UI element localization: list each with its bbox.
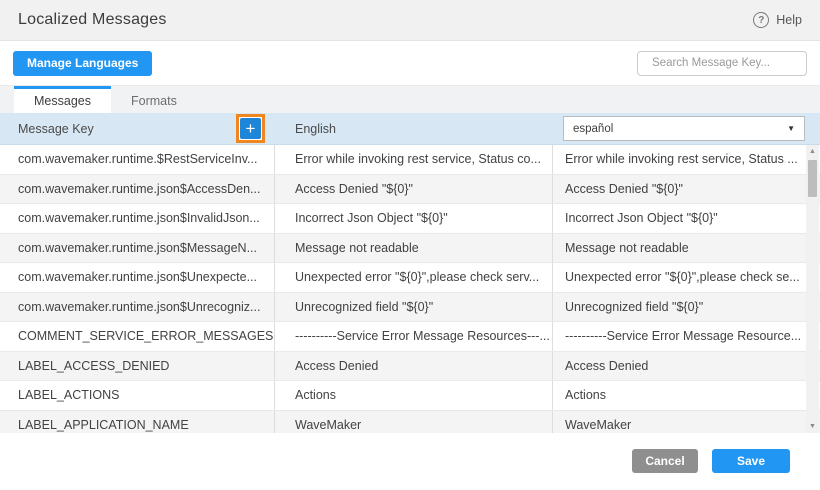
table-row: com.wavemaker.runtime.json$Unrecogniz...…	[0, 293, 820, 323]
translation-cell[interactable]: Access Denied	[553, 352, 820, 381]
translation-cell[interactable]: Actions	[553, 381, 820, 410]
localized-messages-dialog: Localized Messages ? Help Manage Languag…	[0, 0, 820, 490]
english-cell[interactable]: WaveMaker	[275, 411, 553, 434]
scroll-down-icon[interactable]: ▼	[806, 420, 819, 433]
help-link[interactable]: ? Help	[753, 12, 802, 28]
save-button[interactable]: Save	[712, 449, 790, 473]
table-body: com.wavemaker.runtime.$RestServiceInv...…	[0, 145, 820, 433]
table-row: LABEL_ACCESS_DENIED Access Denied Access…	[0, 352, 820, 382]
message-key-cell[interactable]: com.wavemaker.runtime.json$Unrecogniz...	[0, 293, 275, 322]
message-key-cell[interactable]: LABEL_ACCESS_DENIED	[0, 352, 275, 381]
table-row: com.wavemaker.runtime.$RestServiceInv...…	[0, 145, 820, 175]
table-row: com.wavemaker.runtime.json$AccessDen... …	[0, 175, 820, 205]
table-row: LABEL_APPLICATION_NAME WaveMaker WaveMak…	[0, 411, 820, 434]
add-message-key-button[interactable]: +	[240, 118, 261, 139]
english-cell[interactable]: Incorrect Json Object "${0}"	[275, 204, 553, 233]
translation-cell[interactable]: Unexpected error "${0}",please check se.…	[553, 263, 820, 292]
tab-messages[interactable]: Messages	[14, 86, 111, 113]
tab-formats[interactable]: Formats	[111, 86, 197, 113]
message-key-cell[interactable]: com.wavemaker.runtime.json$InvalidJson..…	[0, 204, 275, 233]
english-cell[interactable]: Unrecognized field "${0}"	[275, 293, 553, 322]
toolbar: Manage Languages	[0, 41, 820, 85]
table-row: com.wavemaker.runtime.json$Unexpecte... …	[0, 263, 820, 293]
table-header-row: Message Key + English español ▼	[0, 113, 820, 145]
message-key-header-label: Message Key	[18, 122, 94, 136]
search-input[interactable]	[652, 57, 806, 69]
message-key-cell[interactable]: com.wavemaker.runtime.json$MessageN...	[0, 234, 275, 263]
column-header-language: español ▼	[553, 116, 820, 141]
english-cell[interactable]: Actions	[275, 381, 553, 410]
message-key-cell[interactable]: LABEL_ACTIONS	[0, 381, 275, 410]
translation-cell[interactable]: ----------Service Error Message Resource…	[553, 322, 820, 351]
message-key-cell[interactable]: com.wavemaker.runtime.json$AccessDen...	[0, 175, 275, 204]
column-header-message-key: Message Key +	[0, 114, 275, 143]
message-key-cell[interactable]: com.wavemaker.runtime.json$Unexpecte...	[0, 263, 275, 292]
help-icon: ?	[753, 12, 769, 28]
page-title: Localized Messages	[18, 11, 167, 29]
translation-cell[interactable]: Access Denied "${0}"	[553, 175, 820, 204]
table-row: com.wavemaker.runtime.json$InvalidJson..…	[0, 204, 820, 234]
message-key-cell[interactable]: com.wavemaker.runtime.$RestServiceInv...	[0, 145, 275, 174]
message-key-cell[interactable]: COMMENT_SERVICE_ERROR_MESSAGES	[0, 322, 275, 351]
table-row: COMMENT_SERVICE_ERROR_MESSAGES ---------…	[0, 322, 820, 352]
scroll-up-icon[interactable]: ▲	[806, 145, 819, 158]
search-box[interactable]	[637, 51, 807, 76]
messages-table: Message Key + English español ▼ com.wave…	[0, 113, 820, 433]
translation-cell[interactable]: Unrecognized field "${0}"	[553, 293, 820, 322]
translation-cell[interactable]: Message not readable	[553, 234, 820, 263]
english-cell[interactable]: Error while invoking rest service, Statu…	[275, 145, 553, 174]
english-cell[interactable]: Access Denied "${0}"	[275, 175, 553, 204]
translation-cell[interactable]: Error while invoking rest service, Statu…	[553, 145, 820, 174]
manage-languages-button[interactable]: Manage Languages	[13, 51, 152, 76]
dialog-footer: Cancel Save	[0, 433, 820, 490]
tab-bar: Messages Formats	[0, 85, 820, 113]
dialog-titlebar: Localized Messages ? Help	[0, 0, 820, 41]
column-header-english: English	[275, 122, 553, 136]
scrollbar-thumb[interactable]	[808, 160, 817, 197]
english-cell[interactable]: Message not readable	[275, 234, 553, 263]
language-select[interactable]: español ▼	[563, 116, 805, 141]
translation-cell[interactable]: Incorrect Json Object "${0}"	[553, 204, 820, 233]
language-select-value: español	[573, 123, 613, 135]
chevron-down-icon: ▼	[787, 124, 795, 133]
table-row: com.wavemaker.runtime.json$MessageN... M…	[0, 234, 820, 264]
cancel-button[interactable]: Cancel	[632, 449, 698, 473]
translation-cell[interactable]: WaveMaker	[553, 411, 820, 434]
english-cell[interactable]: Unexpected error "${0}",please check ser…	[275, 263, 553, 292]
vertical-scrollbar[interactable]: ▲ ▼	[806, 145, 819, 433]
add-key-highlight-ring: +	[236, 114, 265, 143]
table-row: LABEL_ACTIONS Actions Actions	[0, 381, 820, 411]
message-key-cell[interactable]: LABEL_APPLICATION_NAME	[0, 411, 275, 434]
english-cell[interactable]: Access Denied	[275, 352, 553, 381]
help-label: Help	[776, 13, 802, 27]
english-cell[interactable]: ----------Service Error Message Resource…	[275, 322, 553, 351]
